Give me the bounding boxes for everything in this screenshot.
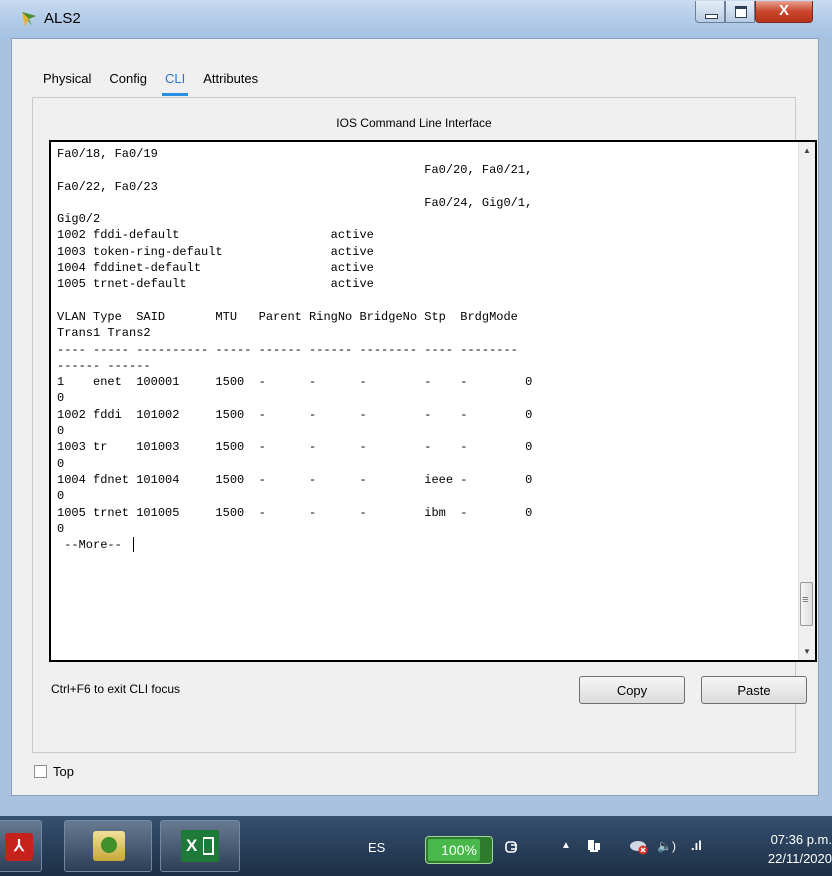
top-checkbox-label: Top [53, 764, 74, 779]
exit-cli-hint: Ctrl+F6 to exit CLI focus [51, 682, 181, 696]
cli-heading: IOS Command Line Interface [336, 116, 492, 130]
maximize-button[interactable] [725, 1, 755, 23]
taskbar-pdf-button[interactable]: ⅄ [0, 820, 42, 872]
volume-icon[interactable]: 🔈) [657, 839, 676, 853]
app-window: ALS2 X Physical Config CLI Attributes IO… [0, 0, 832, 816]
tab-attributes[interactable]: Attributes [194, 61, 267, 97]
minimize-button[interactable] [695, 1, 725, 23]
power-plug-icon[interactable] [503, 840, 519, 854]
device-dialog: Physical Config CLI Attributes IOS Comma… [11, 38, 819, 796]
pdf-reader-icon: ⅄ [5, 833, 33, 861]
more-prompt: --More-- [57, 538, 130, 553]
language-indicator[interactable]: ES [368, 840, 385, 855]
system-clock[interactable]: 07:36 p.m. 22/11/2020 [748, 830, 832, 868]
copy-button[interactable]: Copy [579, 676, 685, 704]
excel-icon: X [181, 830, 219, 862]
show-hidden-icons-icon[interactable]: ▲ [561, 840, 571, 851]
tab-bar: Physical Config CLI Attributes [34, 61, 267, 97]
scroll-down-arrow-icon[interactable]: ▼ [799, 643, 815, 660]
clock-date: 22/11/2020 [767, 851, 832, 866]
top-checkbox[interactable] [34, 765, 47, 778]
terminal-scrollbar[interactable]: ▲ ▼ [798, 142, 815, 660]
cli-panel: IOS Command Line Interface Fa0/18, Fa0/1… [32, 97, 817, 753]
taskbar: ⅄ X ES 100% ▲ 🔈) .ıl 07:36 p.m. 22/11/20… [0, 816, 832, 876]
packet-tracer-device-icon [22, 12, 36, 26]
device-flag-icon[interactable] [586, 838, 602, 854]
cli-terminal[interactable]: Fa0/18, Fa0/19 Fa0/20, Fa0/21, Fa0/22, F… [49, 140, 817, 662]
taskbar-packet-tracer-button[interactable] [64, 820, 152, 872]
battery-percent: 100% [441, 842, 477, 858]
top-checkbox-row[interactable]: Top [34, 764, 74, 779]
signal-strength-icon[interactable]: .ıl [691, 838, 702, 853]
clock-time: 07:36 p.m. [770, 832, 832, 847]
battery-indicator[interactable]: 100% [425, 836, 493, 864]
text-cursor [133, 537, 135, 553]
title-bar[interactable]: ALS2 X [0, 0, 832, 38]
paste-button[interactable]: Paste [701, 676, 807, 704]
scroll-thumb[interactable] [800, 582, 813, 626]
close-icon: X [778, 2, 789, 19]
close-button[interactable]: X [755, 1, 813, 23]
tab-config[interactable]: Config [100, 61, 156, 97]
taskbar-excel-button[interactable]: X [160, 820, 240, 872]
tab-physical[interactable]: Physical [34, 61, 100, 97]
scroll-up-arrow-icon[interactable]: ▲ [799, 142, 815, 159]
terminal-output-text: Fa0/18, Fa0/19 Fa0/20, Fa0/21, Fa0/22, F… [57, 147, 533, 536]
window-title: ALS2 [44, 10, 81, 27]
tab-cli[interactable]: CLI [156, 61, 194, 97]
terminal-output[interactable]: Fa0/18, Fa0/19 Fa0/20, Fa0/21, Fa0/22, F… [57, 146, 532, 553]
network-disconnected-icon[interactable] [628, 839, 650, 855]
packet-tracer-icon [93, 831, 125, 861]
